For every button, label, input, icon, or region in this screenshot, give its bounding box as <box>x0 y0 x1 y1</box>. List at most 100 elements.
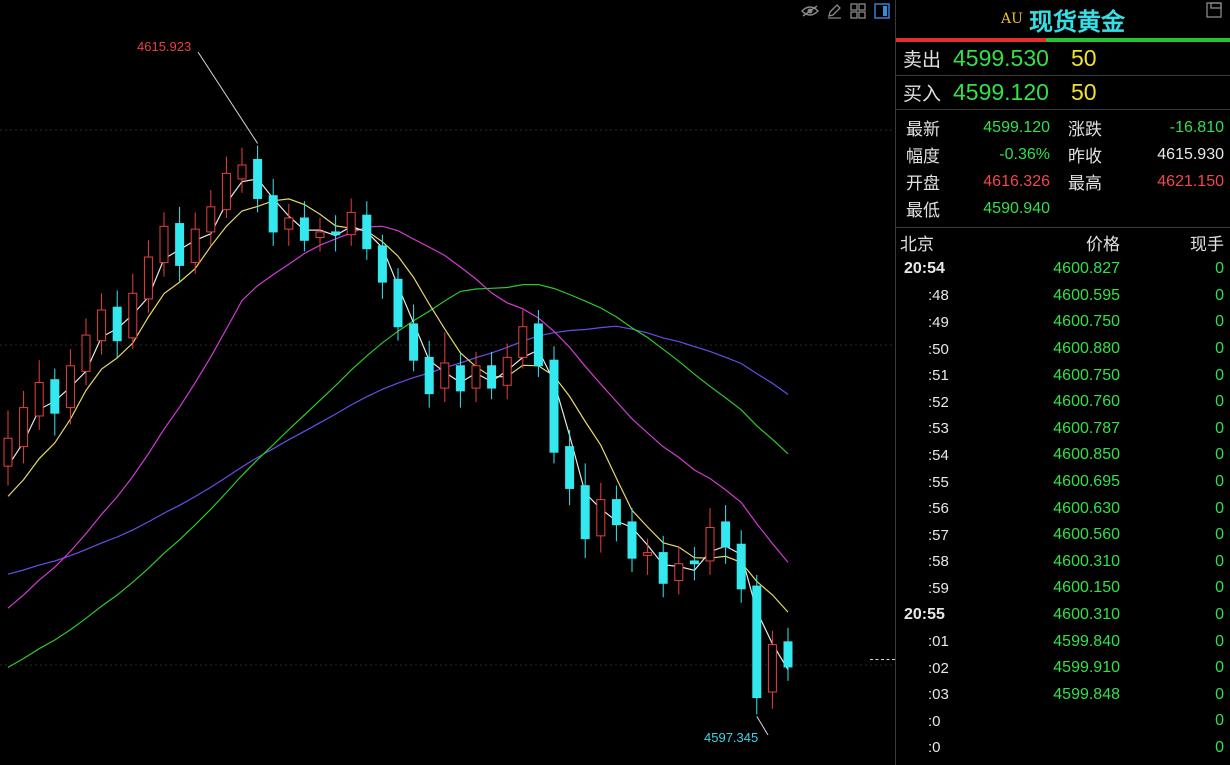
tick-row: :52 4600.760 0 <box>896 389 1230 416</box>
tick-volume: 0 <box>1215 313 1224 331</box>
latest-label: 最新 <box>906 120 940 140</box>
candle-up <box>284 217 294 230</box>
tick-price: 4600.310 <box>1053 552 1120 570</box>
candle-down <box>331 231 341 236</box>
quote-stats: 最新 4599.120 涨跌 -16.810 幅度 -0.36% 昨收 4615… <box>896 110 1230 228</box>
candle-up <box>502 356 512 386</box>
eye-icon[interactable] <box>800 2 820 20</box>
instrument-title[interactable]: AU 现货黄金 <box>896 0 1230 38</box>
tick-row: :0 0 <box>896 735 1230 762</box>
candle-down <box>752 585 762 699</box>
kline-chart-pane[interactable]: 4615.923 4597.345 <box>0 0 895 765</box>
candle-down <box>611 499 621 526</box>
candle-down <box>299 217 309 241</box>
tick-price: 4600.595 <box>1053 286 1120 304</box>
ma-line-60 <box>7 325 789 575</box>
candle-down <box>565 446 575 489</box>
candle-down <box>268 195 278 233</box>
candle-down <box>409 323 419 361</box>
tick-row: :54 4600.850 0 <box>896 442 1230 469</box>
ticks-price-header: 价格 <box>1086 234 1120 255</box>
tick-volume: 0 <box>1215 632 1224 650</box>
sell-quote[interactable]: 卖出 4599.530 50 <box>896 42 1230 76</box>
pencil-icon[interactable] <box>824 2 844 20</box>
tick-price: 4600.760 <box>1053 393 1120 411</box>
tick-price: 4600.750 <box>1053 366 1120 384</box>
candle-down <box>627 521 637 559</box>
last-price-guide <box>870 659 895 660</box>
tick-volume: 0 <box>1215 446 1224 464</box>
buy-label: 买入 <box>903 83 942 105</box>
tick-volume: 0 <box>1215 260 1224 278</box>
tick-volume: 0 <box>1215 499 1224 517</box>
candle-down <box>689 560 699 565</box>
candle-up <box>518 326 528 358</box>
candle-up <box>206 206 216 233</box>
tick-row: :57 4600.560 0 <box>896 522 1230 549</box>
prev-close-value: 4615.930 <box>1157 145 1224 163</box>
tick-time: :51 <box>928 367 949 385</box>
tick-volume: 0 <box>1215 393 1224 411</box>
change-label: 涨跌 <box>1068 120 1102 140</box>
tick-row: :0 0 <box>896 708 1230 735</box>
candle-down <box>393 278 403 328</box>
tick-volume: 0 <box>1215 579 1224 597</box>
tick-row: :49 4600.750 0 <box>896 309 1230 336</box>
ticks-list[interactable]: 20:54 4600.827 0:48 4600.595 0:49 4600.750 0:5… <box>896 256 1230 761</box>
tick-price: 4600.630 <box>1053 499 1120 517</box>
tick-row: :59 4600.150 0 <box>896 575 1230 602</box>
pct-value: -0.36% <box>999 145 1050 163</box>
tick-time: :49 <box>928 313 949 331</box>
tick-time: :56 <box>928 500 949 518</box>
chart-toolbar <box>800 2 892 20</box>
candle-down <box>50 379 60 414</box>
tick-row: :02 4599.910 0 <box>896 655 1230 682</box>
candle-down <box>580 485 590 540</box>
tick-row: :50 4600.880 0 <box>896 336 1230 363</box>
tick-price: 4600.310 <box>1053 606 1120 624</box>
candle-down <box>721 521 731 548</box>
low-value: 4590.940 <box>983 199 1050 217</box>
tick-time: :53 <box>928 420 949 438</box>
tick-time: :55 <box>928 473 949 491</box>
candle-down <box>549 359 559 453</box>
open-value: 4616.326 <box>983 172 1050 190</box>
tick-time: :0 <box>928 739 941 757</box>
candle-down <box>377 245 387 283</box>
panel-icon[interactable] <box>872 2 892 20</box>
tick-volume: 0 <box>1215 419 1224 437</box>
candle-up <box>596 499 606 537</box>
tick-row: :55 4600.695 0 <box>896 469 1230 496</box>
candle-down <box>175 223 185 266</box>
buy-volume: 50 <box>1071 79 1097 105</box>
tick-time: :52 <box>928 393 949 411</box>
tick-time: :03 <box>928 686 949 704</box>
tick-price: 4600.750 <box>1053 313 1120 331</box>
tick-price: 4599.848 <box>1053 685 1120 703</box>
tick-price: 4599.840 <box>1053 632 1120 650</box>
window-restore-icon[interactable] <box>1206 2 1222 22</box>
candle-up <box>237 164 247 180</box>
kline-chart[interactable] <box>0 0 895 765</box>
tick-volume: 0 <box>1215 473 1224 491</box>
tick-price: 4599.910 <box>1053 659 1120 677</box>
ma-line-30 <box>7 284 789 668</box>
buy-quote[interactable]: 买入 4599.120 50 <box>896 76 1230 110</box>
tick-row: :01 4599.840 0 <box>896 628 1230 655</box>
title-underline <box>896 38 1230 42</box>
candle-up <box>643 552 653 556</box>
candle-down <box>362 214 372 250</box>
tick-volume: 0 <box>1215 712 1224 730</box>
tick-volume: 0 <box>1215 340 1224 358</box>
tick-volume: 0 <box>1215 526 1224 544</box>
candle-up <box>143 256 153 300</box>
grid-icon[interactable] <box>848 2 868 20</box>
candle-down <box>487 365 497 389</box>
ticks-header: 北京 价格 现手 <box>896 228 1230 256</box>
candle-up <box>3 437 13 467</box>
tick-row: :53 4600.787 0 <box>896 416 1230 443</box>
tick-price: 4600.850 <box>1053 446 1120 464</box>
tick-time: :48 <box>928 287 949 305</box>
candle-down <box>736 543 746 590</box>
tick-row: :48 4600.595 0 <box>896 283 1230 310</box>
